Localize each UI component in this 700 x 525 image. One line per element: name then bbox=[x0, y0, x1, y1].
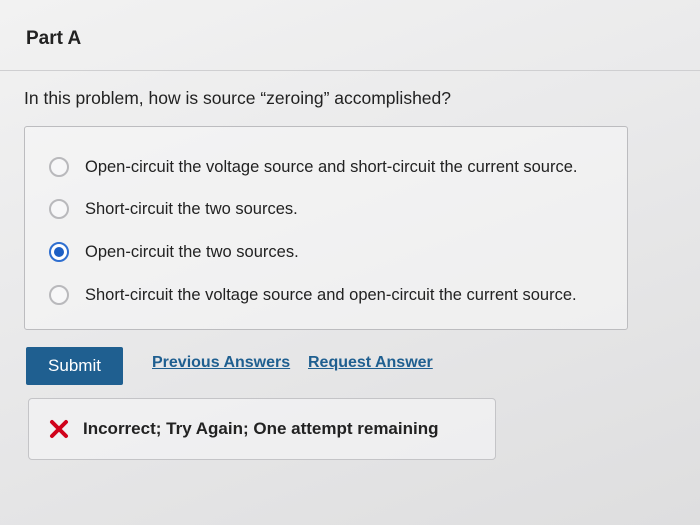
part-title: Part A bbox=[26, 28, 82, 49]
option-1[interactable]: Open-circuit the voltage source and shor… bbox=[49, 157, 577, 177]
previous-answers-link[interactable]: Previous Answers bbox=[152, 354, 290, 372]
submit-button[interactable]: Submit bbox=[26, 347, 123, 385]
page: Part A In this problem, how is source “z… bbox=[0, 0, 700, 525]
option-label: Open-circuit the two sources. bbox=[85, 242, 299, 261]
radio-button[interactable] bbox=[49, 285, 69, 305]
feedback-text: Incorrect; Try Again; One attempt remain… bbox=[83, 419, 439, 438]
option-3[interactable]: Open-circuit the two sources. bbox=[49, 242, 299, 262]
radio-button[interactable] bbox=[49, 157, 69, 177]
option-label: Short-circuit the two sources. bbox=[85, 199, 298, 218]
request-answer-link[interactable]: Request Answer bbox=[308, 354, 433, 372]
x-icon bbox=[49, 419, 69, 439]
option-4[interactable]: Short-circuit the voltage source and ope… bbox=[49, 285, 577, 305]
option-2[interactable]: Short-circuit the two sources. bbox=[49, 199, 298, 219]
question-text: In this problem, how is source “zeroing”… bbox=[24, 88, 451, 108]
feedback-box: Incorrect; Try Again; One attempt remain… bbox=[28, 398, 496, 460]
option-label: Open-circuit the voltage source and shor… bbox=[85, 157, 578, 176]
radio-button-selected[interactable] bbox=[49, 242, 69, 262]
radio-dot bbox=[54, 247, 64, 257]
option-label: Short-circuit the voltage source and ope… bbox=[85, 285, 577, 304]
radio-button[interactable] bbox=[49, 199, 69, 219]
answer-options: Open-circuit the voltage source and shor… bbox=[24, 126, 628, 330]
divider bbox=[0, 70, 700, 71]
